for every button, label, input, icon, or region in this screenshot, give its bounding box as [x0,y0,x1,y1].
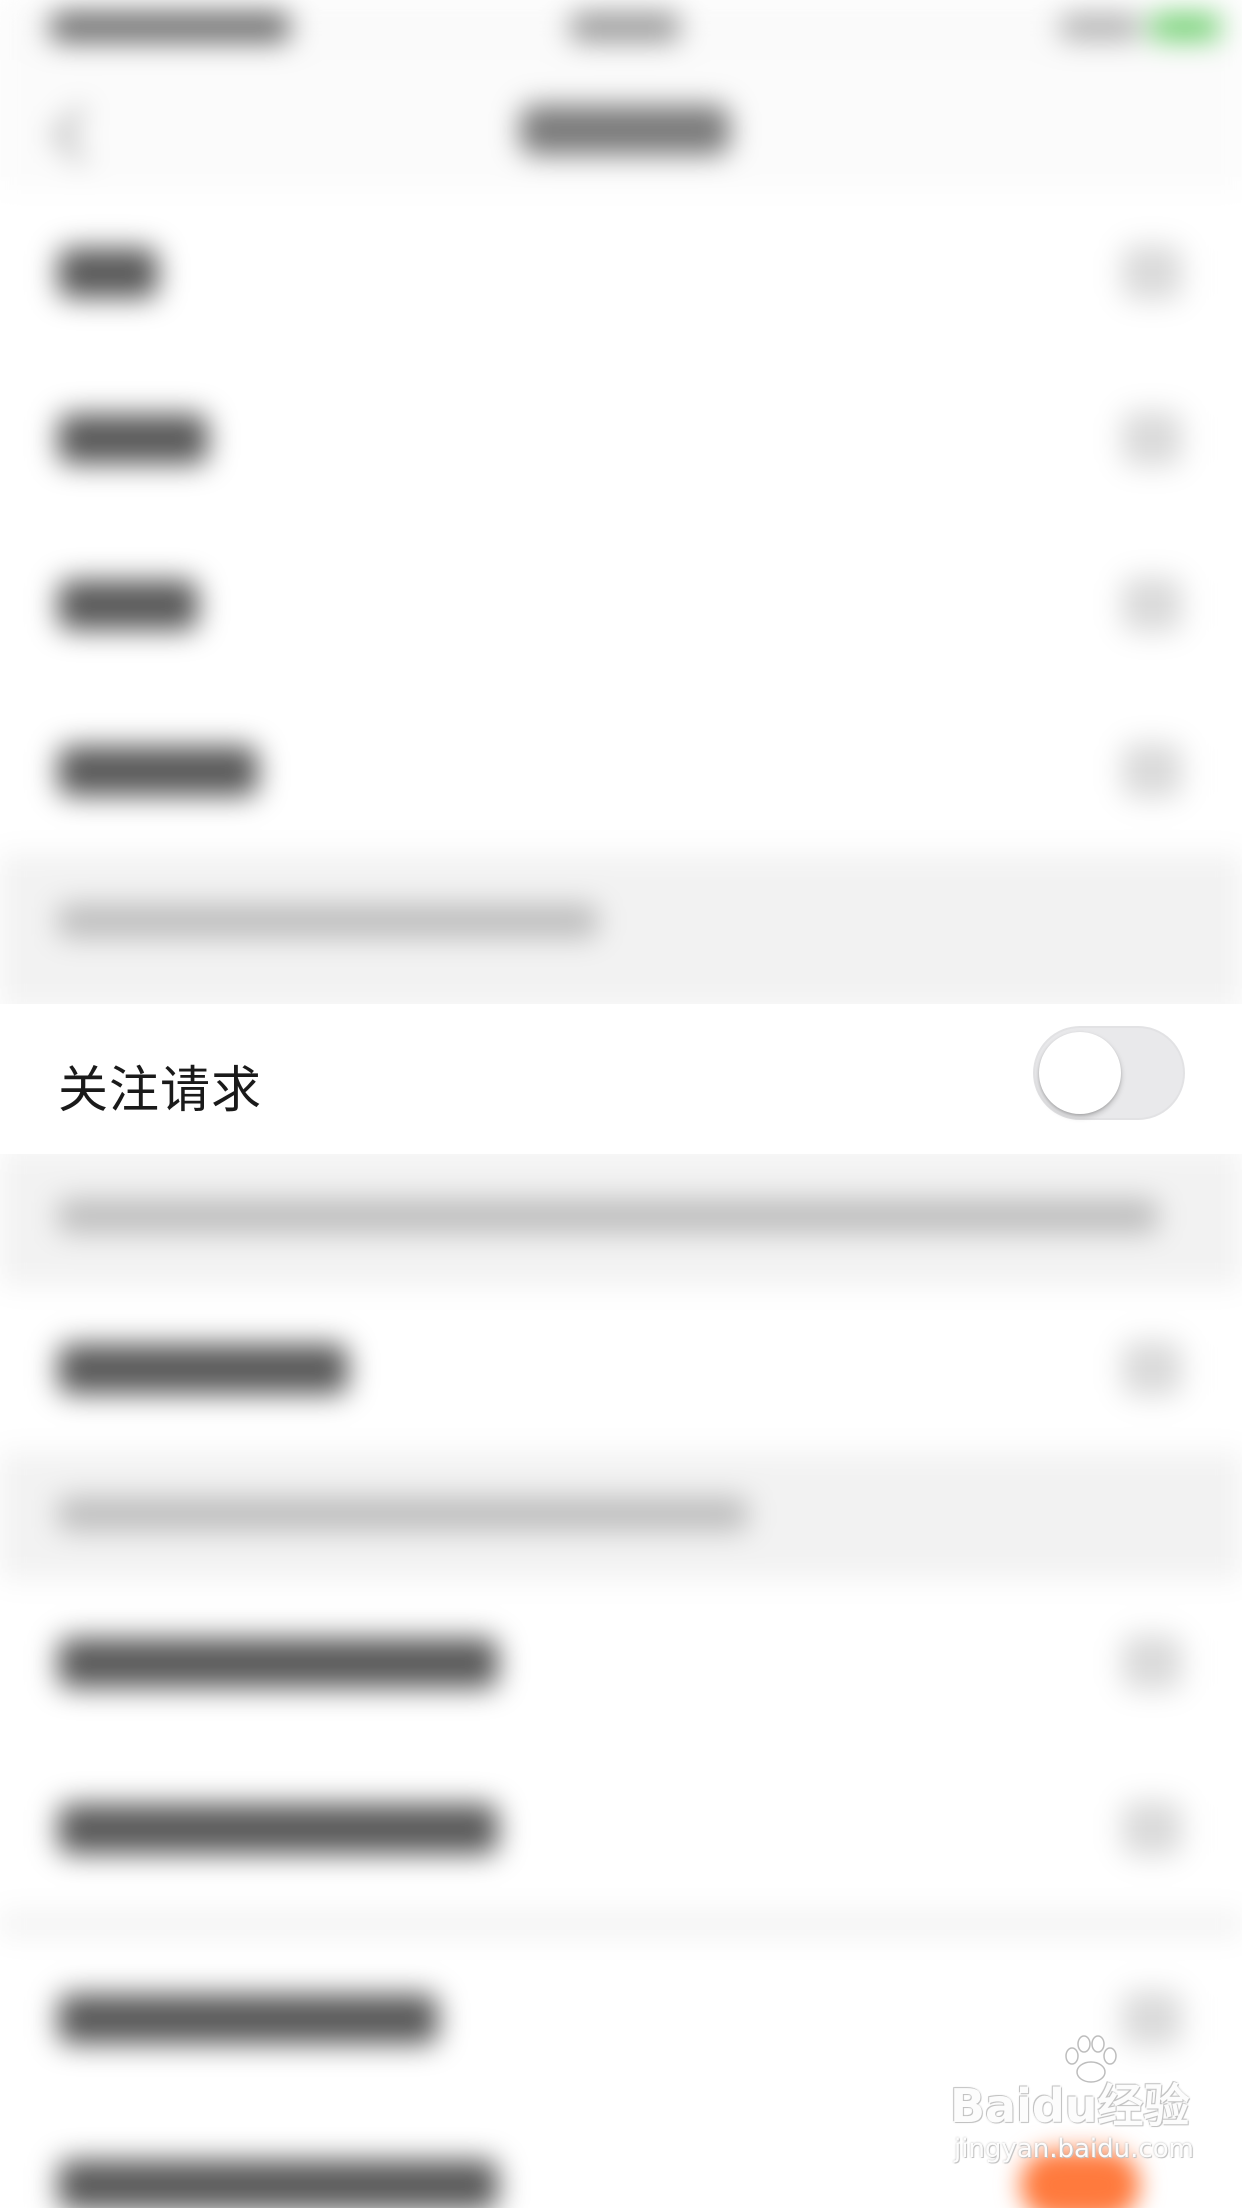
toggle-knob [1039,1032,1121,1114]
settings-row[interactable] [0,356,1242,522]
section-footer [0,854,1242,1004]
settings-row[interactable] [0,522,1242,688]
back-chevron-icon[interactable] [51,106,109,164]
follow-request-row: 关注请求 [0,1004,1242,1154]
signal-icon [1060,14,1140,40]
chevron-right-icon [1122,1991,1182,2046]
row-label [58,414,208,464]
row-label [58,1638,498,1688]
watermark-logo: Baidu经验 [950,2079,1190,2133]
row-label [58,1344,348,1394]
chevron-right-icon [1122,1801,1182,1856]
row-label [58,2160,498,2208]
page-title [520,105,730,155]
watermark-url: jingyan.baidu.com [954,2134,1194,2164]
section-footer [0,1154,1242,1304]
settings-row[interactable] [0,1580,1242,1746]
row-label [58,1804,498,1854]
settings-row[interactable] [0,688,1242,854]
row-label [58,248,158,298]
follow-request-toggle[interactable] [1033,1026,1185,1120]
row-label [58,580,198,630]
chevron-right-icon [1122,577,1182,632]
footer-note [58,1199,1158,1233]
footer-note [58,1497,748,1531]
chevron-right-icon [1122,245,1182,300]
row-label [58,1994,438,2044]
section-divider [0,1912,1242,1936]
chevron-right-icon [1122,1341,1182,1396]
settings-row[interactable] [0,1286,1242,1452]
row-label [58,746,258,796]
follow-request-label: 关注请求 [58,1061,262,1119]
battery-icon [1150,14,1220,40]
watermark: Baidu经验 jingyan.baidu.com [950,2035,1230,2190]
navigation-bar [0,60,1242,190]
chevron-right-icon [1122,1635,1182,1690]
settings-row[interactable] [0,1746,1242,1912]
settings-row[interactable] [0,190,1242,356]
chevron-right-icon [1122,743,1182,798]
footer-note [58,904,598,938]
chevron-right-icon [1122,411,1182,466]
status-bar [0,0,1242,60]
clock [570,12,680,42]
carrier-indicator [50,12,290,42]
